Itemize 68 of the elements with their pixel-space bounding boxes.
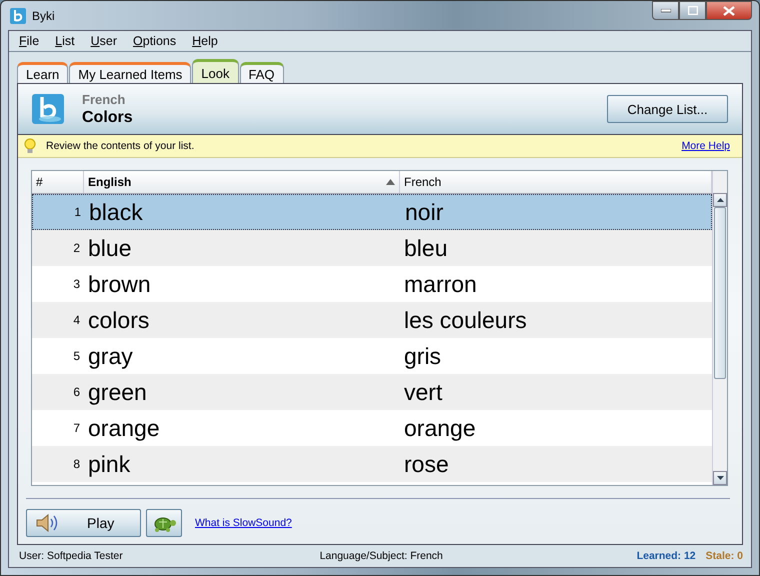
- french-word: orange: [403, 414, 477, 442]
- scroll-up-button[interactable]: [713, 193, 727, 207]
- french-word: les couleurs: [403, 306, 528, 334]
- slow-sound-button[interactable]: [146, 509, 182, 537]
- table-row[interactable]: 4 colors les couleurs: [32, 302, 712, 338]
- column-header[interactable]: #: [32, 171, 84, 193]
- row-number: 3: [72, 277, 81, 291]
- menu-item[interactable]: Help: [184, 34, 226, 48]
- table-row[interactable]: 1 black noir: [32, 194, 712, 230]
- french-word: marron: [403, 270, 478, 298]
- menu-item[interactable]: Options: [125, 34, 184, 48]
- language-label: French: [82, 92, 126, 106]
- french-word: gris: [403, 342, 442, 370]
- maximize-icon: [688, 6, 698, 15]
- english-word: green: [87, 378, 148, 406]
- english-word: orange: [87, 414, 161, 442]
- list-name: Colors: [82, 108, 133, 126]
- up-arrow-icon: [716, 198, 724, 202]
- close-icon: [723, 6, 735, 16]
- tab[interactable]: Learn: [17, 62, 68, 84]
- row-number: 2: [72, 241, 81, 255]
- down-arrow-icon: [716, 476, 724, 480]
- menu-item[interactable]: List: [47, 34, 83, 48]
- english-word: blue: [87, 234, 132, 262]
- tab[interactable]: My Learned Items: [69, 62, 192, 84]
- row-number: 4: [72, 313, 81, 327]
- window-title: Byki: [32, 8, 55, 22]
- row-number: 7: [72, 421, 81, 435]
- vertical-scrollbar[interactable]: [712, 171, 727, 485]
- maximize-button[interactable]: [679, 1, 706, 20]
- row-number: 5: [72, 349, 81, 363]
- slowsound-link[interactable]: What is SlowSound?: [195, 517, 292, 529]
- change-list-button[interactable]: Change List...: [607, 95, 728, 123]
- lightbulb-icon: [24, 138, 36, 154]
- close-button[interactable]: [706, 1, 752, 20]
- french-word: vert: [403, 378, 444, 406]
- column-header[interactable]: English: [84, 171, 400, 193]
- row-number: 6: [72, 385, 81, 399]
- stale-count: Stale: 0: [706, 550, 743, 562]
- menu-item[interactable]: File: [11, 34, 48, 48]
- row-number: 8: [72, 457, 81, 471]
- english-word: black: [88, 198, 144, 226]
- english-word: gray: [87, 342, 134, 370]
- app-logo-icon: [32, 94, 64, 124]
- minimize-button[interactable]: [652, 1, 679, 20]
- tab[interactable]: Look: [192, 59, 238, 84]
- scroll-thumb[interactable]: [714, 207, 726, 379]
- more-help-link[interactable]: More Help: [682, 140, 730, 152]
- french-word: noir: [404, 198, 444, 226]
- app-logo-icon: [10, 8, 26, 24]
- minimize-icon: [660, 8, 670, 12]
- table-row[interactable]: 6 green vert: [32, 374, 712, 410]
- english-word: pink: [87, 450, 132, 478]
- table-row[interactable]: 2 blue bleu: [32, 230, 712, 266]
- play-button[interactable]: Play: [26, 509, 141, 537]
- learned-count: Learned: 12: [636, 550, 696, 562]
- scroll-down-button[interactable]: [713, 471, 727, 485]
- french-word: rose: [403, 450, 450, 478]
- menu-item[interactable]: User: [82, 34, 126, 48]
- status-subject: Language/Subject: French: [320, 550, 443, 562]
- french-word: bleu: [403, 234, 448, 262]
- tab[interactable]: FAQ: [240, 62, 284, 84]
- status-user: User: Softpedia Tester: [19, 550, 123, 562]
- english-word: colors: [87, 306, 150, 334]
- tip-text: Review the contents of your list.: [46, 140, 194, 152]
- row-number: 1: [73, 205, 82, 219]
- table-row[interactable]: 8 pink rose: [32, 446, 712, 482]
- english-word: brown: [87, 270, 152, 298]
